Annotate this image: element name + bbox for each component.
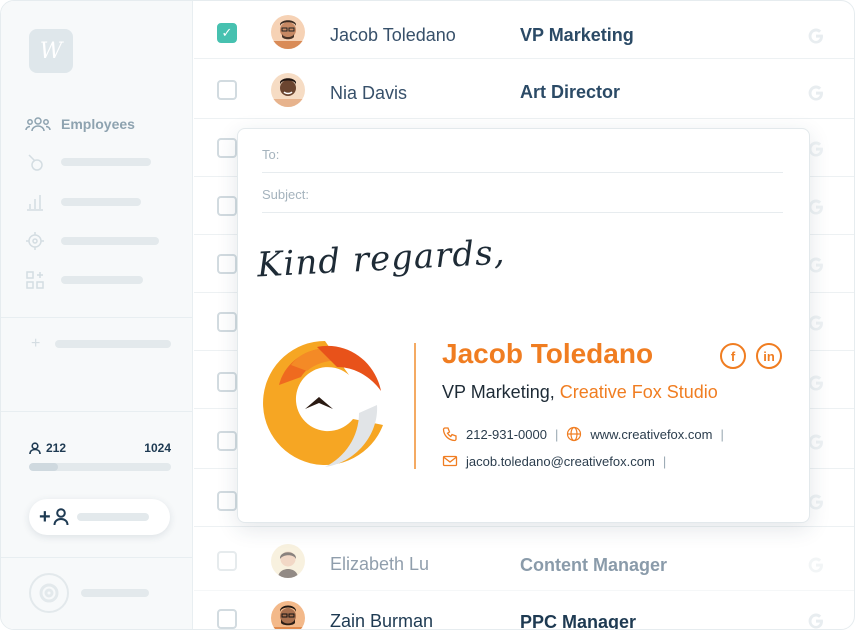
row-checkbox[interactable]: ✓ — [217, 23, 237, 43]
employee-name: Elizabeth Lu — [330, 554, 430, 574]
signature-title: VP Marketing, Creative Fox Studio — [442, 382, 718, 403]
signature-company: Creative Fox Studio — [559, 382, 718, 402]
signature-website[interactable]: www.creativefox.com — [590, 427, 712, 442]
sidebar-item-label: Employees — [61, 116, 135, 132]
sidebar-divider — [1, 317, 193, 318]
row-checkbox[interactable] — [217, 491, 237, 511]
row-checkbox[interactable] — [217, 80, 237, 100]
employee-role: Art Director — [520, 82, 621, 102]
separator: | — [662, 453, 667, 469]
google-icon — [808, 85, 823, 101]
employee-role: Content Manager — [520, 555, 668, 575]
avatar — [271, 544, 305, 578]
employee-name: Nia Davis — [330, 83, 408, 103]
assigned-count: 212 — [29, 441, 66, 455]
to-field[interactable]: To: — [262, 133, 783, 173]
apps-icon — [25, 270, 51, 290]
phone-icon — [442, 427, 457, 442]
sidebar-divider — [1, 557, 193, 558]
total-count: 1024 — [144, 441, 171, 455]
add-item-placeholder — [55, 340, 171, 348]
employee-name: Zain Burman — [330, 611, 434, 630]
employee-role: PPC Manager — [520, 612, 637, 630]
add-user-button[interactable]: + — [29, 499, 170, 535]
signature-email[interactable]: jacob.toledano@creativefox.com — [466, 454, 655, 469]
row-checkbox[interactable] — [217, 431, 237, 451]
support-label-placeholder — [81, 589, 149, 597]
employee-role: VP Marketing — [520, 25, 634, 45]
table-row[interactable]: ✓ Jacob Toledano VP Marketing — [194, 1, 854, 59]
sidebar-item-employees[interactable]: Employees — [25, 113, 135, 135]
signature-divider — [414, 343, 416, 469]
add-item-icon[interactable]: + — [31, 335, 40, 353]
facebook-icon[interactable]: f — [720, 343, 746, 369]
row-checkbox[interactable] — [217, 254, 237, 274]
plus-icon: + — [39, 505, 51, 528]
signature-name: Jacob Toledano — [442, 338, 654, 369]
license-progress-bar — [29, 463, 171, 471]
sidebar-item-analytics[interactable] — [25, 191, 141, 213]
bar-chart-icon — [25, 192, 51, 212]
app-logo[interactable]: W — [29, 29, 73, 73]
add-user-label-placeholder — [76, 513, 149, 521]
to-label: To: — [262, 147, 280, 162]
sidebar-item-integrations[interactable] — [25, 269, 143, 291]
linkedin-icon[interactable]: in — [756, 343, 782, 369]
user-icon — [53, 508, 69, 526]
avatar — [271, 601, 305, 629]
sidebar-item-signatures[interactable] — [25, 151, 151, 173]
signature-contact-line-1: 212-931-0000 | www.creativefox.com | — [442, 426, 732, 442]
table-row[interactable]: Elizabeth Lu Content Manager — [194, 533, 854, 591]
row-checkbox[interactable] — [217, 138, 237, 158]
globe-icon — [567, 426, 582, 442]
separator: | — [554, 426, 559, 442]
sidebar-item-placeholder — [61, 158, 151, 166]
google-icon — [808, 557, 823, 573]
people-icon — [25, 114, 51, 134]
row-checkbox[interactable] — [217, 609, 237, 629]
row-checkbox[interactable] — [217, 196, 237, 216]
lifebuoy-icon — [39, 583, 59, 603]
row-checkbox[interactable] — [217, 551, 237, 571]
employee-name: Jacob Toledano — [330, 25, 456, 45]
table-row[interactable]: Nia Davis Art Director — [194, 61, 854, 119]
avatar — [271, 15, 305, 49]
row-checkbox[interactable] — [217, 372, 237, 392]
separator: | — [720, 426, 724, 442]
signature-contact-line-2: jacob.toledano@creativefox.com | — [442, 453, 674, 469]
sidebar-item-placeholder — [61, 237, 159, 245]
sidebar-item-placeholder — [61, 276, 143, 284]
app-window: W Employees + 212 1024 + ✓ Jacob Toledan… — [0, 0, 855, 630]
signature-phone[interactable]: 212-931-0000 — [466, 427, 547, 442]
target-icon — [25, 231, 51, 251]
row-checkbox[interactable] — [217, 312, 237, 332]
support-button[interactable] — [29, 573, 69, 613]
pen-icon — [25, 152, 51, 172]
user-icon — [29, 441, 41, 454]
sidebar: W Employees + 212 1024 + — [1, 1, 193, 629]
avatar — [271, 73, 305, 107]
subject-label: Subject: — [262, 187, 309, 202]
table-row[interactable]: Zain Burman PPC Manager — [194, 591, 854, 630]
signature-job-title: VP Marketing, — [442, 382, 555, 402]
license-counts: 212 1024 — [29, 441, 171, 455]
subject-field[interactable]: Subject: — [262, 173, 783, 213]
google-icon — [808, 28, 823, 44]
assigned-count-value: 212 — [46, 441, 67, 455]
mail-icon — [442, 455, 458, 467]
sidebar-item-campaigns[interactable] — [25, 230, 159, 252]
license-progress-fill — [29, 463, 59, 471]
sidebar-item-placeholder — [61, 198, 141, 206]
google-icon — [808, 613, 823, 629]
company-logo-icon — [263, 341, 383, 467]
sidebar-divider — [1, 411, 193, 412]
